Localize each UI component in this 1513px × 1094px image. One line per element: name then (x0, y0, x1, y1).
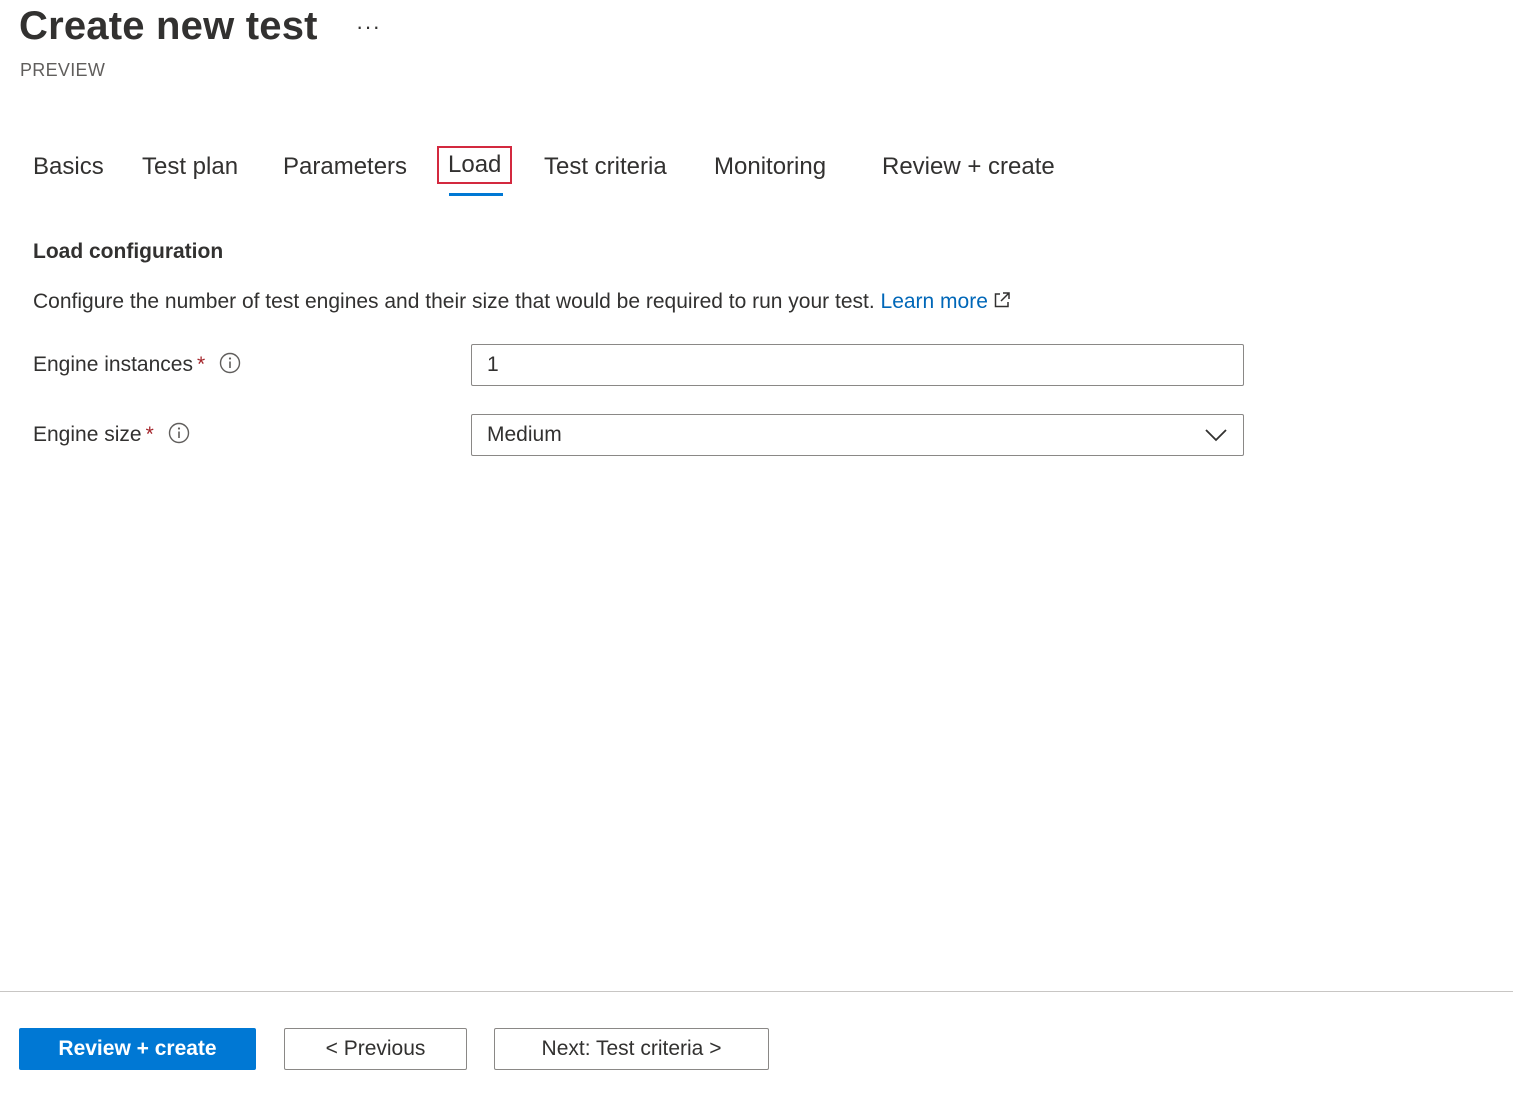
tab-label: Test criteria (544, 153, 667, 180)
learn-more-link[interactable]: Learn more (881, 290, 988, 313)
footer-divider (0, 991, 1513, 992)
tab-label: Parameters (283, 153, 408, 180)
engine-size-label-text: Engine size (33, 423, 142, 446)
engine-size-label: Engine size * (33, 422, 190, 447)
description-text: Configure the number of test engines and… (33, 290, 875, 313)
tab-label: Load (436, 146, 513, 184)
required-mark: * (196, 353, 206, 376)
tab-review-create[interactable]: Review + create (882, 150, 1055, 184)
required-mark: * (145, 423, 154, 446)
more-icon[interactable]: ··· (356, 14, 381, 40)
engine-size-dropdown[interactable]: Medium (471, 414, 1244, 456)
section-title: Load configuration (33, 240, 224, 263)
tab-parameters[interactable]: Parameters (283, 150, 407, 184)
tab-basics[interactable]: Basics (33, 150, 104, 184)
engine-instances-label-text: Engine instances (33, 353, 193, 376)
chevron-down-icon (1205, 429, 1227, 442)
info-icon[interactable] (168, 422, 190, 444)
engine-instances-label: Engine instances * (33, 352, 241, 377)
create-test-page: Create new test ··· PREVIEW Basics Test … (0, 0, 1513, 1094)
tab-label: Monitoring (714, 153, 827, 180)
page-title: Create new test (19, 4, 318, 48)
page-subtitle: PREVIEW (20, 60, 106, 80)
engine-size-value: Medium (487, 423, 562, 446)
tab-label: Basics (33, 153, 104, 180)
tab-load[interactable]: Load (436, 146, 513, 184)
section-description: Configure the number of test engines and… (33, 290, 1012, 314)
next-button[interactable]: Next: Test criteria > (494, 1028, 769, 1070)
info-icon[interactable] (219, 352, 241, 374)
engine-instances-value: 1 (487, 353, 499, 376)
tab-test-plan[interactable]: Test plan (142, 150, 238, 184)
tab-label: Review + create (882, 153, 1055, 180)
active-tab-indicator (449, 193, 503, 196)
previous-button[interactable]: < Previous (284, 1028, 467, 1070)
tab-monitoring[interactable]: Monitoring (714, 150, 826, 184)
external-link-icon[interactable] (992, 290, 1012, 310)
engine-instances-input[interactable]: 1 (471, 344, 1244, 386)
review-create-button[interactable]: Review + create (19, 1028, 256, 1070)
tab-label: Test plan (142, 153, 239, 180)
tab-test-criteria[interactable]: Test criteria (544, 150, 667, 184)
